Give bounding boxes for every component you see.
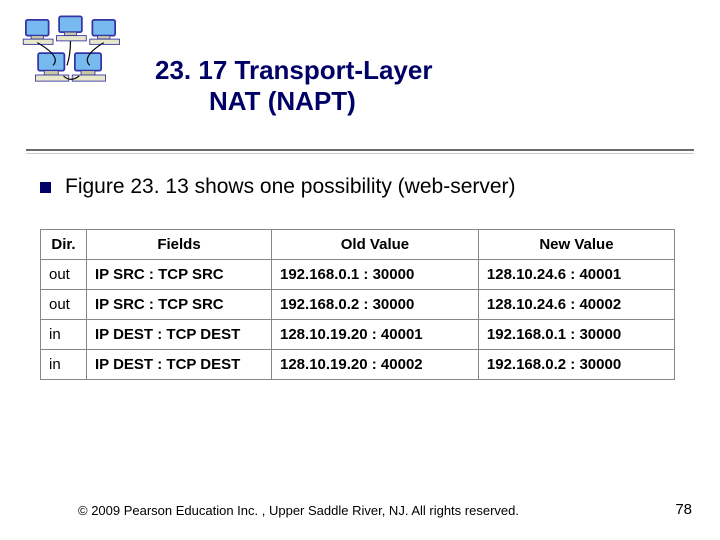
napt-table: Dir. Fields Old Value New Value out IP S… — [40, 229, 675, 380]
cell-new: 192.168.0.2 : 30000 — [478, 350, 674, 380]
cell-old: 128.10.19.20 : 40002 — [272, 350, 479, 380]
slide-body: Figure 23. 13 shows one possibility (web… — [40, 175, 680, 380]
bullet-text: Figure 23. 13 shows one possibility (web… — [65, 175, 516, 199]
cell-dir: out — [41, 260, 87, 290]
square-bullet-icon — [40, 182, 51, 193]
title-line-1: 23. 17 Transport-Layer — [155, 55, 432, 85]
bullet-item: Figure 23. 13 shows one possibility (web… — [40, 175, 680, 199]
table-row: in IP DEST : TCP DEST 128.10.19.20 : 400… — [41, 350, 675, 380]
slide-title: 23. 17 Transport-Layer NAT (NAPT) — [155, 55, 675, 117]
cell-dir: in — [41, 350, 87, 380]
cell-new: 128.10.24.6 : 40002 — [478, 290, 674, 320]
network-clipart-icon — [18, 14, 123, 94]
title-line-2: NAT (NAPT) — [155, 86, 356, 116]
table-row: in IP DEST : TCP DEST 128.10.19.20 : 400… — [41, 320, 675, 350]
th-dir: Dir. — [41, 230, 87, 260]
th-old: Old Value — [272, 230, 479, 260]
cell-old: 128.10.19.20 : 40001 — [272, 320, 479, 350]
cell-old: 192.168.0.2 : 30000 — [272, 290, 479, 320]
cell-dir: in — [41, 320, 87, 350]
th-fields: Fields — [87, 230, 272, 260]
table-row: out IP SRC : TCP SRC 192.168.0.2 : 30000… — [41, 290, 675, 320]
copyright-text: © 2009 Pearson Education Inc. , Upper Sa… — [78, 503, 519, 518]
title-divider — [26, 149, 694, 153]
slide-header: 23. 17 Transport-Layer NAT (NAPT) — [0, 0, 720, 160]
cell-fields: IP DEST : TCP DEST — [87, 320, 272, 350]
cell-fields: IP DEST : TCP DEST — [87, 350, 272, 380]
th-new: New Value — [478, 230, 674, 260]
cell-fields: IP SRC : TCP SRC — [87, 260, 272, 290]
cell-new: 192.168.0.1 : 30000 — [478, 320, 674, 350]
cell-dir: out — [41, 290, 87, 320]
cell-old: 192.168.0.1 : 30000 — [272, 260, 479, 290]
page-number: 78 — [675, 501, 692, 518]
table-header-row: Dir. Fields Old Value New Value — [41, 230, 675, 260]
slide: 23. 17 Transport-Layer NAT (NAPT) Figure… — [0, 0, 720, 540]
table-row: out IP SRC : TCP SRC 192.168.0.1 : 30000… — [41, 260, 675, 290]
cell-fields: IP SRC : TCP SRC — [87, 290, 272, 320]
cell-new: 128.10.24.6 : 40001 — [478, 260, 674, 290]
